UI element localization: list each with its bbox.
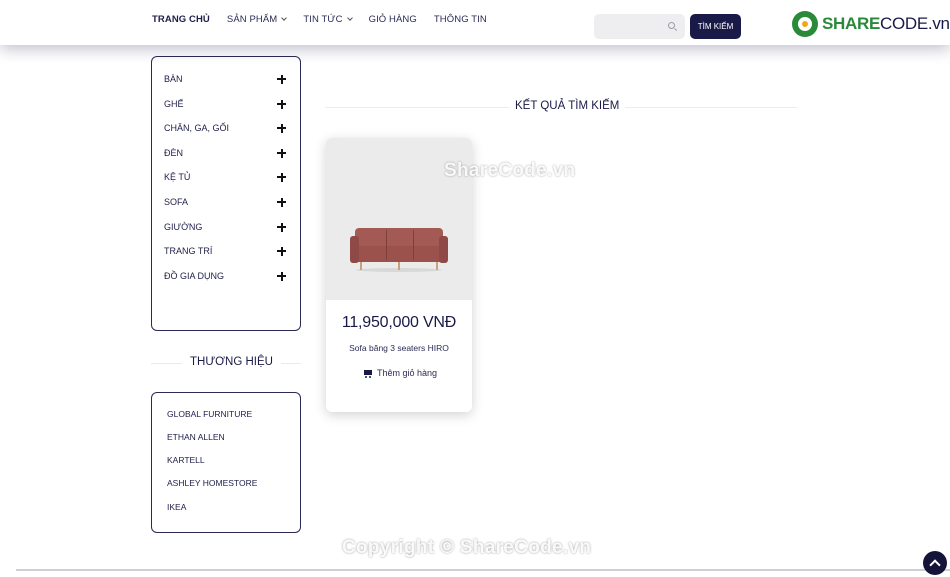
category-label: GIƯỜNG — [164, 222, 203, 232]
product-price: 11,950,000 VNĐ — [341, 314, 457, 331]
category-label: CHĂN, GA, GỐI — [164, 123, 230, 133]
results-heading: KẾT QUẢ TÌM KIẾM — [509, 100, 626, 112]
category-item[interactable]: KỆ TỦ — [164, 169, 286, 185]
category-list: BÀN GHẾ CHĂN, GA, GỐI ĐÈN KỆ TỦ SOFA GIƯ… — [151, 56, 301, 331]
brands-heading: THƯƠNG HIỆU — [182, 356, 281, 368]
add-to-cart-button[interactable]: Thêm giỏ hàng — [363, 368, 437, 378]
category-label: BÀN — [164, 74, 183, 84]
category-label: TRANG TRÍ — [164, 246, 213, 256]
plus-icon[interactable] — [277, 222, 286, 232]
logo-text-share: SHARE — [822, 14, 881, 33]
nav-info-label: THÔNG TIN — [433, 14, 487, 25]
plus-icon[interactable] — [277, 172, 286, 182]
search-box — [594, 14, 685, 39]
category-label: KỆ TỦ — [164, 172, 191, 182]
results-heading-wrap: KẾT QUẢ TÌM KIẾM — [325, 98, 797, 116]
plus-icon[interactable] — [277, 197, 286, 207]
category-item[interactable]: GHẾ — [164, 96, 286, 112]
plus-icon[interactable] — [277, 74, 286, 84]
category-item[interactable]: CHĂN, GA, GỐI — [164, 120, 286, 136]
nav-info[interactable]: THÔNG TIN — [434, 14, 487, 25]
nav-products[interactable]: SẢN PHẨM — [226, 14, 288, 25]
cart-icon — [363, 369, 373, 378]
search-icon[interactable] — [668, 22, 675, 29]
category-label: ĐÈN — [164, 148, 184, 158]
brand-item[interactable]: IKEA — [167, 502, 186, 512]
chevron-down-icon — [346, 15, 353, 21]
plus-icon[interactable] — [277, 123, 286, 133]
main-nav: TRANG CHỦ SẢN PHẨM TIN TỨC GIỎ HÀNG THÔN… — [152, 14, 504, 25]
logo-icon — [792, 11, 818, 37]
category-item[interactable]: BÀN — [164, 71, 286, 87]
site-logo[interactable]: SHARECODE.vn — [792, 11, 950, 37]
category-label: GHẾ — [164, 99, 184, 109]
search-button[interactable]: TÌM KIẾM — [690, 14, 741, 39]
footer-divider — [16, 569, 950, 571]
category-item[interactable]: TRANG TRÍ — [164, 243, 286, 259]
plus-icon[interactable] — [277, 246, 286, 256]
nav-news-label: TIN TỨC — [303, 14, 343, 25]
nav-home[interactable]: TRANG CHỦ — [152, 14, 210, 25]
top-navbar: TRANG CHỦ SẢN PHẨM TIN TỨC GIỎ HÀNG THÔN… — [0, 0, 950, 45]
category-item[interactable]: ĐÈN — [164, 145, 286, 161]
logo-text-code: CODE.vn — [880, 14, 950, 33]
nav-news[interactable]: TIN TỨC — [303, 14, 353, 25]
nav-products-label: SẢN PHẨM — [226, 14, 278, 25]
sofa-image — [350, 228, 448, 274]
chevron-down-icon — [281, 15, 288, 21]
add-to-cart-label: Thêm giỏ hàng — [377, 368, 438, 378]
brand-item[interactable]: GLOBAL FURNITURE — [167, 409, 252, 419]
watermark-center: ShareCode.vn — [444, 160, 576, 181]
plus-icon[interactable] — [277, 148, 286, 158]
plus-icon[interactable] — [277, 99, 286, 109]
category-label: SOFA — [164, 197, 189, 207]
product-name[interactable]: Sofa băng 3 seaters HIRO — [326, 343, 472, 353]
page: TRANG CHỦ SẢN PHẨM TIN TỨC GIỎ HÀNG THÔN… — [0, 0, 950, 577]
nav-home-label: TRANG CHỦ — [152, 14, 210, 25]
search-input[interactable] — [594, 14, 664, 39]
brand-item[interactable]: KARTELL — [167, 455, 205, 465]
nav-cart-label: GIỎ HÀNG — [368, 14, 417, 25]
category-item[interactable]: SOFA — [164, 194, 286, 210]
nav-cart[interactable]: GIỎ HÀNG — [369, 14, 417, 25]
category-item[interactable]: GIƯỜNG — [164, 219, 286, 235]
logo-text: SHARECODE.vn — [822, 14, 950, 34]
brand-item[interactable]: ASHLEY HOMESTORE — [167, 478, 257, 488]
brand-list: GLOBAL FURNITURE ETHAN ALLEN KARTELL ASH… — [151, 392, 301, 533]
category-item[interactable]: ĐỒ GIA DỤNG — [164, 268, 286, 284]
plus-icon[interactable] — [277, 271, 286, 281]
category-label: ĐỒ GIA DỤNG — [164, 271, 225, 281]
brand-item[interactable]: ETHAN ALLEN — [167, 432, 225, 442]
scroll-to-top-button[interactable] — [923, 551, 947, 575]
brands-heading-wrap: THƯƠNG HIỆU — [151, 354, 301, 372]
watermark-footer: Copyright © ShareCode.vn — [342, 537, 592, 558]
